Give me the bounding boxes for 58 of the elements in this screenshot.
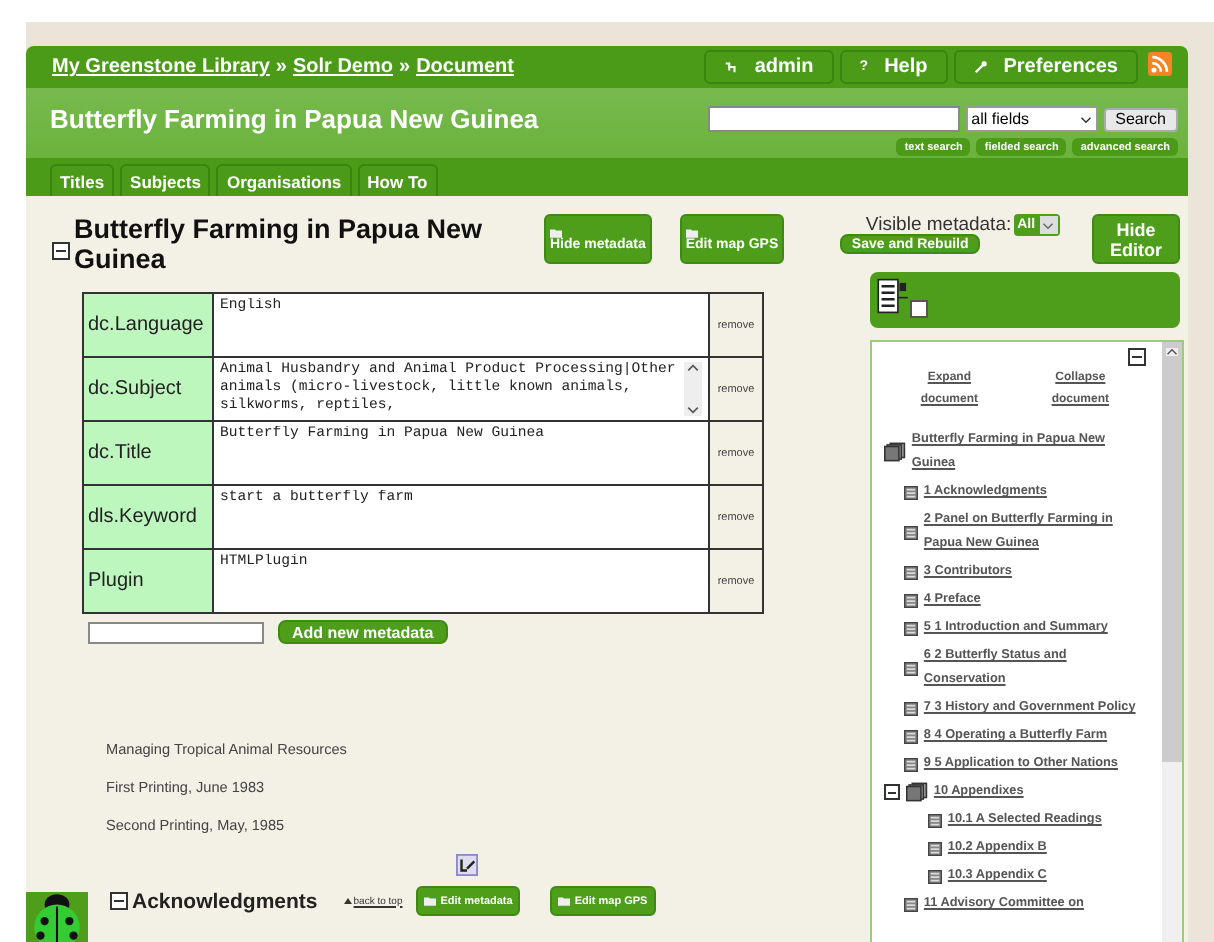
page-icon (903, 729, 918, 743)
browse-tab[interactable]: Titles (50, 164, 115, 196)
browse-tab[interactable]: Subjects (120, 164, 211, 196)
metadata-name: dls.Keyword (84, 486, 214, 548)
scroll-down-icon[interactable] (686, 406, 700, 414)
collapse-toggle[interactable] (52, 242, 70, 260)
image-icon (456, 854, 478, 876)
browse-tab[interactable]: How To (357, 164, 438, 196)
page-icon (903, 621, 918, 635)
scroll-up-icon[interactable] (686, 364, 700, 372)
breadcrumb-separator: » (275, 56, 287, 78)
page-icon (927, 813, 942, 827)
folder-icon (550, 227, 562, 237)
folder-icon (424, 896, 437, 906)
metadata-name: dc.Title (84, 422, 214, 484)
list-icon[interactable] (875, 278, 910, 314)
checkbox[interactable] (909, 300, 928, 318)
page-icon (903, 701, 918, 715)
browse-tab[interactable]: Organisations (216, 164, 352, 196)
metadata-name: dc.Subject (84, 358, 214, 420)
ladybug-icon[interactable] (26, 892, 88, 942)
scroll-up-icon[interactable] (1165, 348, 1178, 356)
breadcrumb-link[interactable]: Solr Demo (292, 56, 393, 78)
metadata-name: Plugin (84, 550, 214, 612)
page-icon (927, 841, 942, 855)
collapse-toggle[interactable] (883, 784, 900, 800)
collapse-toggle[interactable] (110, 892, 128, 910)
page-icon (903, 897, 918, 911)
search-button[interactable]: Search (1103, 107, 1178, 131)
search-field[interactable] (707, 106, 960, 132)
login-icon (724, 60, 739, 74)
page-icon (903, 485, 918, 499)
folder-icon (685, 227, 698, 237)
folder-icon (558, 896, 571, 906)
breadcrumb-link[interactable]: Document (416, 56, 514, 78)
page-icon (903, 525, 918, 539)
metadata-name: dc.Language (84, 294, 214, 356)
breadcrumb-link[interactable]: My Greenstone Library (52, 56, 270, 78)
page-icon (927, 869, 942, 883)
collection-title: Butterfly Farming in Papua New Guinea (50, 104, 539, 134)
page-icon (903, 593, 918, 607)
page-icon (903, 757, 918, 771)
rss-icon[interactable] (1148, 52, 1172, 76)
page-icon (903, 565, 918, 579)
collapse-toggle[interactable] (1127, 348, 1146, 366)
scrollbar[interactable] (684, 362, 702, 416)
wrench-icon (973, 60, 988, 74)
menu-button[interactable]: admin (704, 50, 834, 84)
document-title: Butterfly Farming in Papua New Guinea (74, 214, 485, 274)
page-icon (903, 661, 918, 675)
scrollbar[interactable] (1161, 342, 1182, 942)
book-icon (905, 782, 928, 802)
visible-metadata-label: Visible metadata: (865, 214, 1012, 236)
section-title: Acknowledgments (132, 889, 318, 913)
menu-button[interactable]: Preferences (953, 50, 1138, 84)
metadata-name-field[interactable] (88, 621, 264, 643)
breadcrumb-separator: » (399, 56, 411, 78)
field-select[interactable]: all fields (965, 106, 1098, 132)
